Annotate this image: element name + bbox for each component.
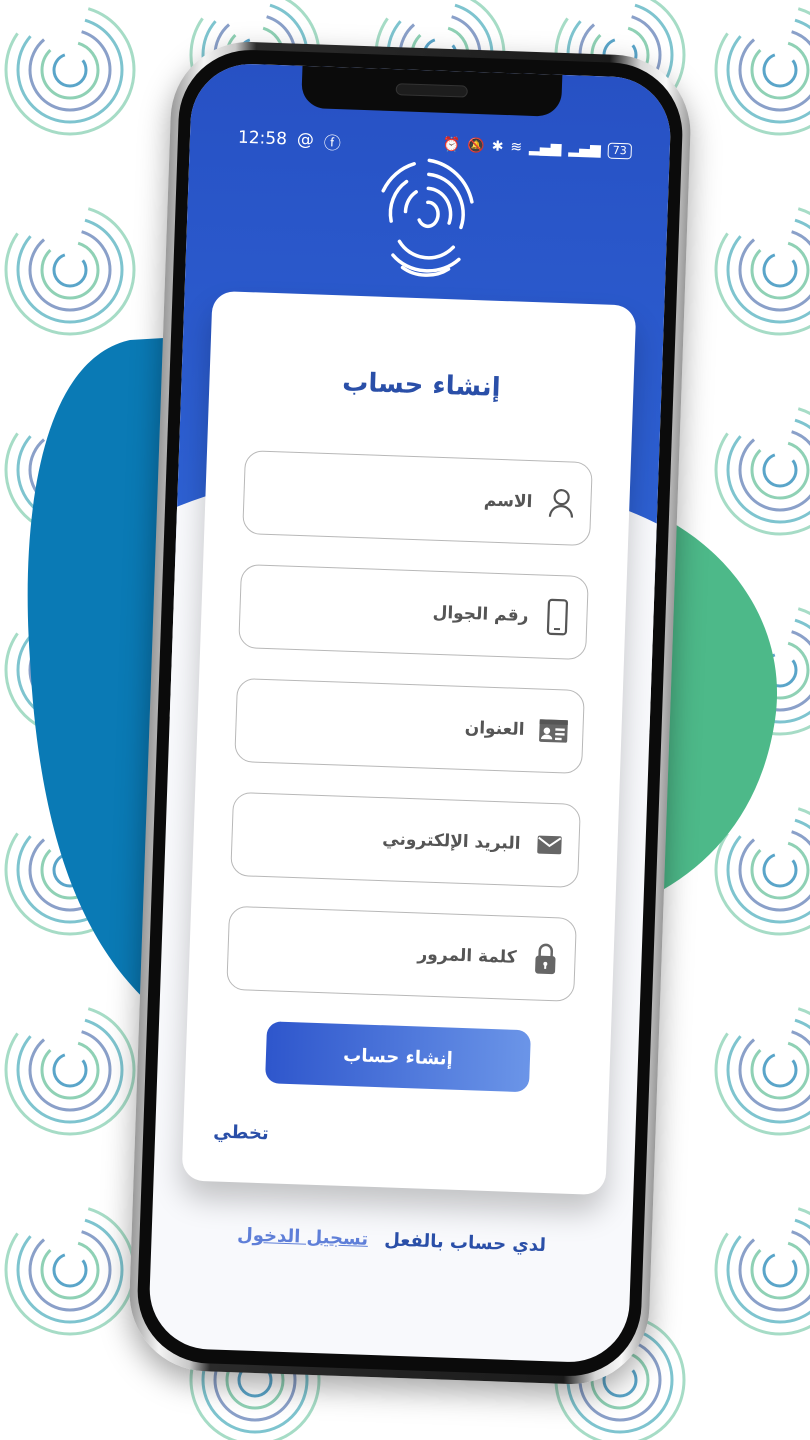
fingerprint-logo-icon [381, 158, 474, 277]
signal-icon: ▂▄▆ [528, 139, 562, 157]
create-account-button[interactable]: إنشاء حساب [264, 1021, 531, 1093]
signup-card: إنشاء حساب الاسم رقم الجوال العنوان البر… [181, 290, 637, 1196]
bluetooth-icon: ✱ [491, 138, 504, 155]
phone-icon [542, 598, 573, 636]
status-right: ⏰ 🔕 ✱ ≋ ▂▄▆ ▂▄▆ 73 [442, 136, 633, 160]
login-link[interactable]: تسجيل الدخول [237, 1224, 369, 1250]
login-prompt: لدي حساب بالفعل تسجيل الدخول [151, 1221, 631, 1259]
battery-indicator: 73 [607, 142, 633, 160]
id-card-icon [538, 714, 569, 749]
user-icon [546, 486, 577, 521]
phone-screen: 12:58 @ ⓕ ⏰ 🔕 ✱ ≋ ▂▄▆ ▂▄▆ 73 إنشاء حساب … [147, 62, 673, 1364]
speaker [395, 83, 468, 98]
wifi-icon: ≋ [510, 139, 523, 156]
address-field[interactable]: العنوان [234, 677, 585, 775]
page-title: إنشاء حساب [341, 367, 502, 403]
status-time: 12:58 [237, 127, 288, 150]
alarm-icon: ⏰ [442, 136, 461, 154]
mobile-field[interactable]: رقم الجوال [238, 564, 589, 661]
lock-icon [530, 941, 561, 976]
mobile-placeholder: رقم الجوال [432, 602, 529, 627]
skip-link[interactable]: تخطي [213, 1121, 269, 1144]
name-placeholder: الاسم [483, 490, 533, 513]
password-placeholder: كلمة المرور [417, 944, 517, 968]
signal-icon: ▂▄▆ [568, 141, 602, 159]
email-placeholder: البريد الإلكتروني [381, 829, 521, 854]
name-field[interactable]: الاسم [242, 450, 593, 547]
threads-icon: @ [296, 129, 315, 151]
phone-mockup: 12:58 @ ⓕ ⏰ 🔕 ✱ ≋ ▂▄▆ ▂▄▆ 73 إنشاء حساب … [126, 39, 694, 1387]
email-field[interactable]: البريد الإلكتروني [230, 791, 581, 888]
status-left: 12:58 @ ⓕ [238, 125, 342, 154]
address-placeholder: العنوان [464, 717, 525, 740]
password-field[interactable]: كلمة المرور [226, 905, 577, 1002]
already-have-account-text: لدي حساب بالفعل [383, 1229, 547, 1257]
facebook-icon: ⓕ [323, 133, 342, 154]
mail-icon [534, 827, 565, 862]
mute-icon: 🔕 [467, 137, 486, 155]
